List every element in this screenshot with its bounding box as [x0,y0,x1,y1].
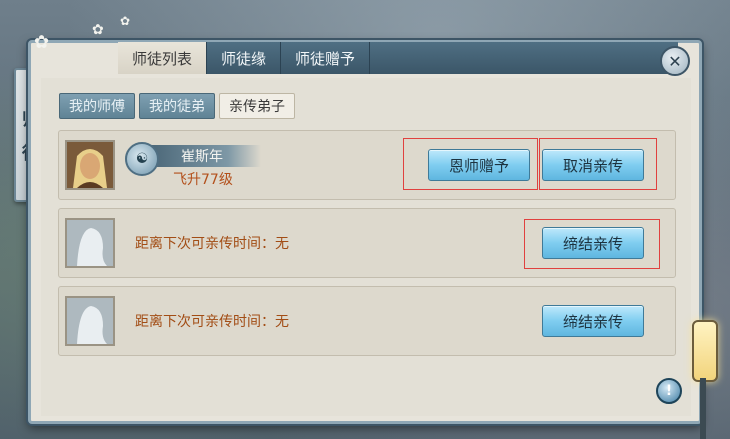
tab-master-gift[interactable]: 师徒赠予 [281,42,371,74]
empty-avatar [65,296,115,346]
plum-blossom-icon: ✿ [92,22,104,38]
tab-master-list[interactable]: 师徒列表 [118,42,208,74]
disciple-level: 飞升77级 [173,172,233,188]
highlight-box [524,219,660,269]
help-button[interactable]: ! [656,378,682,404]
silhouette-icon [67,298,113,344]
empty-avatar [65,218,115,268]
highlight-box [539,138,657,190]
sect-emblem-icon: ☯ [125,142,159,176]
wait-time-text: 距离下次可亲传时间：无 [135,314,289,330]
tab-master-fate[interactable]: 师徒缘 [207,42,282,74]
close-icon: ✕ [668,51,682,71]
help-icon: ! [665,383,673,399]
silhouette-icon [67,220,113,266]
disciple-name: 崔斯年 [181,149,223,165]
main-tabs: 师徒列表 师徒缘 师徒赠予 [118,42,371,74]
subtab-personal-disciple[interactable]: 亲传弟子 [219,93,295,119]
plum-blossom-icon: ✿ [120,14,131,28]
close-button[interactable]: ✕ [660,46,690,76]
plum-blossom-icon: ✿ [34,32,50,53]
disciple-name-bar: 崔斯年 [151,145,261,167]
highlight-box [403,138,538,190]
subtab-my-disciple[interactable]: 我的徒弟 [139,93,215,119]
empty-slot-row: 距离下次可亲传时间：无 缔结亲传 [58,286,676,356]
form-bond-button[interactable]: 缔结亲传 [542,305,644,337]
wait-time-text: 距离下次可亲传时间：无 [135,236,289,252]
portrait-icon [67,142,113,188]
disciple-avatar[interactable] [65,140,115,190]
subtab-my-master[interactable]: 我的师傅 [59,93,135,119]
sub-tabs: 我的师傅 我的徒弟 亲传弟子 [59,93,295,119]
lantern-pole [700,378,706,439]
lantern-icon [692,320,718,382]
